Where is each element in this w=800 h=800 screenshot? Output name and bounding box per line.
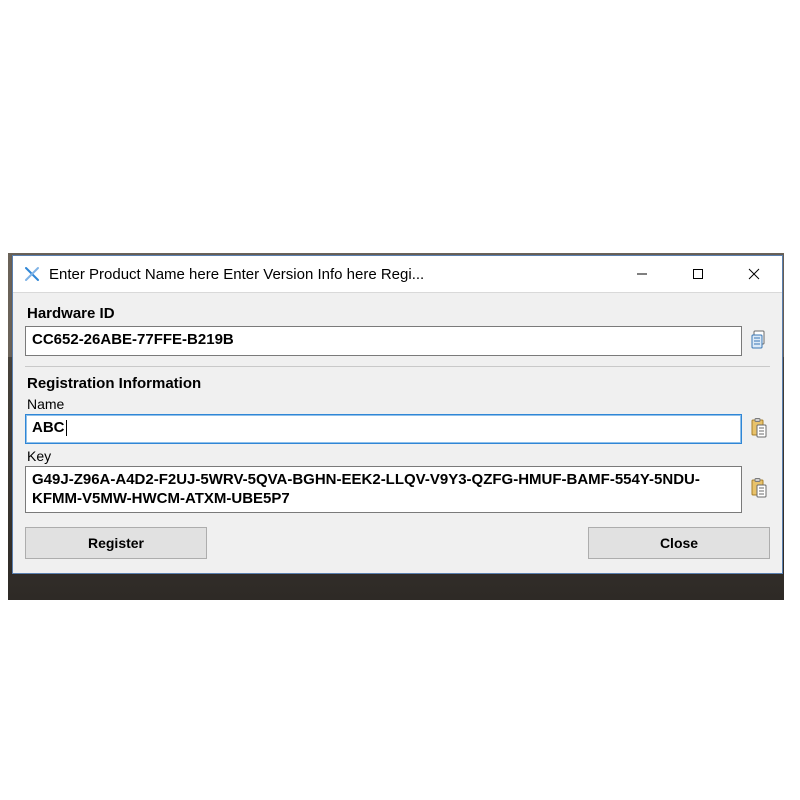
hardware-id-field[interactable]: CC652-26ABE-77FFE-B219B: [25, 326, 742, 356]
key-value: G49J-Z96A-A4D2-F2UJ-5WRV-5QVA-BGHN-EEK2-…: [32, 471, 700, 507]
name-row: ABC: [25, 414, 770, 444]
window-controls: [614, 256, 782, 292]
hardware-id-label: Hardware ID: [27, 305, 770, 322]
paste-name-button[interactable]: [748, 417, 770, 441]
key-field[interactable]: G49J-Z96A-A4D2-F2UJ-5WRV-5QVA-BGHN-EEK2-…: [25, 466, 742, 513]
dialog-body: Hardware ID CC652-26ABE-77FFE-B219B Re: [13, 293, 782, 573]
app-icon: [23, 265, 41, 283]
registration-dialog: Enter Product Name here Enter Version In…: [12, 255, 783, 574]
name-label: Name: [27, 396, 770, 412]
register-button[interactable]: Register: [25, 527, 207, 559]
register-button-label: Register: [88, 535, 144, 551]
hardware-id-value: CC652-26ABE-77FFE-B219B: [32, 331, 234, 348]
name-field[interactable]: ABC: [25, 414, 742, 444]
key-row: G49J-Z96A-A4D2-F2UJ-5WRV-5QVA-BGHN-EEK2-…: [25, 466, 770, 513]
paste-icon: [750, 478, 768, 501]
name-value: ABC: [32, 419, 65, 436]
maximize-button[interactable]: [670, 256, 726, 292]
minimize-button[interactable]: [614, 256, 670, 292]
window-title: Enter Product Name here Enter Version In…: [49, 266, 614, 283]
key-label: Key: [27, 448, 770, 464]
copy-icon: [750, 330, 768, 353]
paste-key-button[interactable]: [748, 478, 770, 502]
dialog-buttons: Register Close: [25, 527, 770, 559]
paste-icon: [750, 418, 768, 441]
divider: [25, 366, 770, 367]
registration-info-label: Registration Information: [27, 375, 770, 392]
close-window-button[interactable]: [726, 256, 782, 292]
titlebar: Enter Product Name here Enter Version In…: [13, 256, 782, 293]
hardware-id-row: CC652-26ABE-77FFE-B219B: [25, 326, 770, 356]
close-button[interactable]: Close: [588, 527, 770, 559]
text-caret: [66, 420, 67, 436]
close-button-label: Close: [660, 535, 698, 551]
copy-hardware-id-button[interactable]: [748, 329, 770, 353]
